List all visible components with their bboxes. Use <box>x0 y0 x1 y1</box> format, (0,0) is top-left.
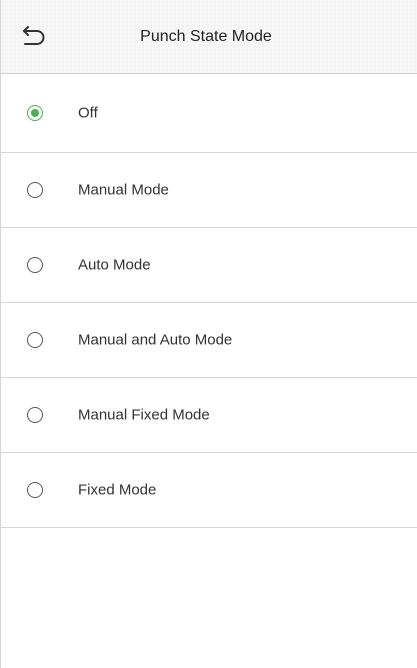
option-label: Manual Fixed Mode <box>78 406 210 424</box>
option-manual-and-auto-mode[interactable]: Manual and Auto Mode <box>1 303 417 378</box>
page-title: Punch State Mode <box>140 28 272 45</box>
radio-button[interactable] <box>27 407 43 423</box>
radio-button[interactable] <box>27 182 43 198</box>
option-manual-mode[interactable]: Manual Mode <box>1 153 417 228</box>
option-label: Auto Mode <box>78 256 151 274</box>
option-auto-mode[interactable]: Auto Mode <box>1 228 417 303</box>
option-label: Manual Mode <box>78 181 169 199</box>
punch-state-mode-screen: Punch State Mode Off Manual Mode Auto Mo… <box>0 0 417 668</box>
option-manual-fixed-mode[interactable]: Manual Fixed Mode <box>1 378 417 453</box>
radio-button[interactable] <box>27 105 43 121</box>
option-label: Fixed Mode <box>78 481 157 499</box>
option-off[interactable]: Off <box>1 74 417 153</box>
radio-button[interactable] <box>27 257 43 273</box>
radio-button[interactable] <box>27 332 43 348</box>
title-bar: Punch State Mode <box>1 0 417 74</box>
radio-button[interactable] <box>27 482 43 498</box>
option-label: Manual and Auto Mode <box>78 331 233 349</box>
option-fixed-mode[interactable]: Fixed Mode <box>1 453 417 528</box>
option-label: Off <box>78 104 98 122</box>
mode-options-list: Off Manual Mode Auto Mode Manual and Aut… <box>1 74 417 528</box>
